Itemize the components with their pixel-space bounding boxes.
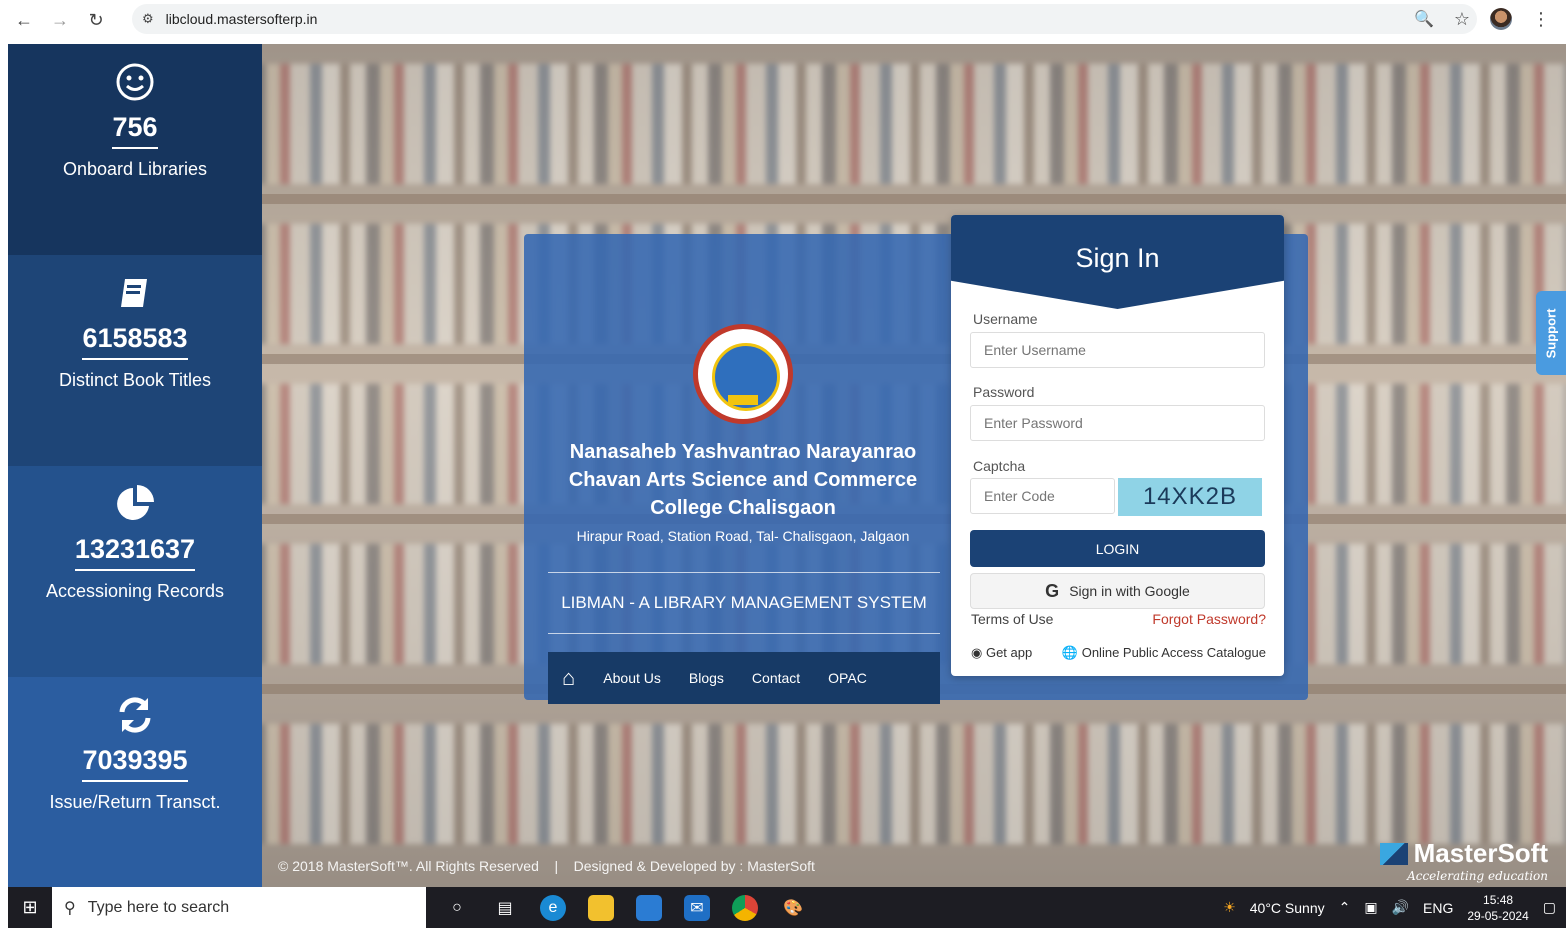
weather-icon: ☀: [1223, 899, 1236, 915]
globe-icon: 🌐: [1061, 645, 1079, 660]
captcha-image: 14XK2B: [1118, 478, 1262, 516]
taskbar-search-placeholder: Type here to search: [87, 898, 230, 916]
mastersoft-logo: MasterSoft Accelerating education: [1379, 838, 1548, 883]
store-icon[interactable]: [636, 894, 662, 921]
windows-taskbar: ⊞ ⚲ Type here to search ○ ▤ e ✉ 🎨 ☀ 40°C…: [8, 887, 1566, 928]
reload-icon[interactable]: ↻: [78, 2, 114, 38]
profile-avatar[interactable]: [1490, 8, 1512, 30]
taskbar-search[interactable]: ⚲ Type here to search: [52, 887, 426, 928]
opac-link[interactable]: 🌐 Online Public Access Catalogue: [1062, 645, 1266, 661]
stat-label: Accessioning Records: [45, 581, 225, 601]
college-logo: [693, 324, 793, 424]
weather-text[interactable]: 40°C Sunny: [1250, 900, 1325, 916]
forgot-password-link[interactable]: Forgot Password?: [1152, 611, 1266, 627]
stats-sidebar: 756 Onboard Libraries 6158583 Distinct B…: [8, 44, 262, 887]
support-tab[interactable]: Support: [1536, 291, 1566, 375]
widgets-icon[interactable]: ▤: [492, 895, 518, 921]
college-info: Nanasaheb Yashvantrao Narayanrao Chavan …: [548, 324, 938, 544]
nav-about-us[interactable]: About Us: [603, 670, 661, 686]
book-icon: [113, 271, 157, 315]
nav-contact[interactable]: Contact: [752, 670, 800, 686]
college-name: Nanasaheb Yashvantrao Narayanrao Chavan …: [568, 441, 918, 519]
get-app-link[interactable]: ◉ Get app: [971, 645, 1032, 661]
signin-title: Sign In: [951, 215, 1284, 309]
pie-chart-icon: [113, 482, 157, 526]
stat-onboard-libraries: 756 Onboard Libraries: [8, 44, 262, 255]
bookmark-star-icon[interactable]: ☆: [1454, 9, 1470, 30]
terms-link[interactable]: Terms of Use: [971, 611, 1053, 627]
stat-value: 13231637: [74, 534, 196, 571]
google-signin-button[interactable]: G Sign in with Google: [970, 573, 1265, 609]
stat-label: Distinct Book Titles: [58, 370, 212, 390]
clock[interactable]: 15:48 29-05-2024: [1467, 892, 1528, 924]
copyright-text: © 2018 MasterSoft™. All Rights Reserved …: [278, 858, 815, 874]
college-address: Hirapur Road, Station Road, Tal- Chalisg…: [576, 528, 910, 544]
stat-label: Onboard Libraries: [62, 159, 208, 179]
site-settings-icon[interactable]: ⚙: [142, 11, 154, 27]
android-icon: ◉: [971, 645, 983, 660]
tray-chevron-icon[interactable]: ⌃: [1339, 899, 1351, 916]
windows-start-icon[interactable]: ⊞: [8, 887, 52, 928]
stat-value: 7039395: [82, 745, 188, 782]
mail-icon[interactable]: ✉: [684, 894, 710, 921]
username-label: Username: [973, 311, 1038, 327]
volume-icon[interactable]: 🔊: [1392, 899, 1409, 916]
login-page: 756 Onboard Libraries 6158583 Distinct B…: [8, 44, 1566, 887]
chrome-icon[interactable]: [732, 894, 758, 921]
file-explorer-icon[interactable]: [588, 894, 614, 921]
back-icon[interactable]: ←: [6, 2, 42, 38]
stat-label: Issue/Return Transct.: [49, 792, 221, 812]
paint-icon[interactable]: 🎨: [780, 895, 806, 921]
zoom-icon[interactable]: 🔍: [1414, 9, 1434, 29]
signin-panel: Sign In Username Password Captcha 14XK2B…: [951, 215, 1284, 676]
captcha-label: Captcha: [973, 458, 1026, 474]
google-signin-label: Sign in with Google: [1069, 583, 1190, 599]
stat-issue-return: 7039395 Issue/Return Transct.: [8, 677, 262, 887]
url-text: libcloud.mastersofterp.in: [165, 11, 318, 27]
stat-value: 6158583: [82, 323, 188, 360]
language-indicator[interactable]: ENG: [1423, 900, 1453, 916]
edge-icon[interactable]: e: [540, 894, 566, 921]
task-view-icon[interactable]: ○: [444, 895, 470, 921]
google-icon: G: [1045, 580, 1060, 601]
stat-accessioning-records: 13231637 Accessioning Records: [8, 466, 262, 677]
username-input[interactable]: [970, 332, 1265, 368]
system-title: LIBMAN - A LIBRARY MANAGEMENT SYSTEM: [548, 572, 940, 634]
stat-value: 756: [112, 112, 158, 149]
menu-icon[interactable]: ⋮: [1532, 9, 1550, 30]
browser-toolbar: ← → ↻ ⚙ libcloud.mastersofterp.in 🔍 ☆ ⋮: [0, 0, 1566, 40]
captcha-input[interactable]: [970, 478, 1115, 514]
search-icon: ⚲: [64, 899, 76, 917]
notification-icon[interactable]: ▢: [1543, 899, 1556, 916]
network-icon[interactable]: ▣: [1364, 899, 1377, 916]
smile-icon: [113, 60, 157, 104]
card-nav: ⌂ About Us Blogs Contact OPAC: [548, 652, 940, 704]
stat-book-titles: 6158583 Distinct Book Titles: [8, 255, 262, 466]
password-label: Password: [973, 384, 1035, 400]
login-button[interactable]: LOGIN: [970, 530, 1265, 567]
forward-icon[interactable]: →: [42, 2, 78, 38]
address-bar[interactable]: ⚙ libcloud.mastersofterp.in: [132, 4, 1477, 34]
nav-blogs[interactable]: Blogs: [689, 670, 724, 686]
home-icon[interactable]: ⌂: [562, 665, 575, 691]
nav-opac[interactable]: OPAC: [828, 670, 867, 686]
refresh-icon: [113, 693, 157, 737]
password-input[interactable]: [970, 405, 1265, 441]
